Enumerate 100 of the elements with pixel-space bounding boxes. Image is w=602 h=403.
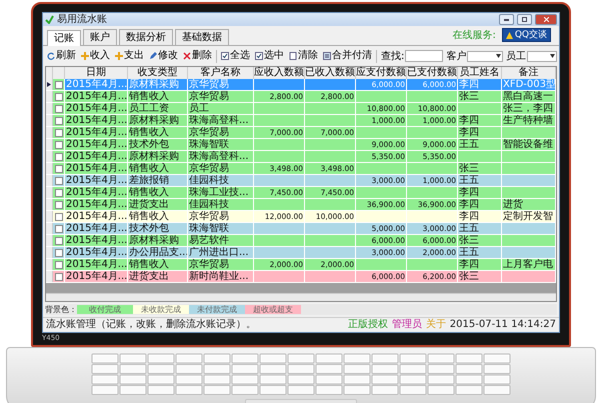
toolbar-button[interactable]: 修改 bbox=[147, 50, 180, 62]
table-cell: 2015年4月... bbox=[65, 151, 128, 162]
table-cell: 张三 bbox=[458, 163, 502, 174]
checkbox[interactable] bbox=[54, 200, 62, 208]
table-cell: 销售收入 bbox=[128, 163, 188, 174]
row-header-cell[interactable] bbox=[46, 247, 53, 258]
checkbox[interactable] bbox=[54, 236, 62, 244]
tab[interactable]: 账户 bbox=[83, 29, 117, 45]
row-header-cell[interactable] bbox=[46, 103, 53, 114]
checkbox[interactable] bbox=[54, 92, 62, 100]
checkbox[interactable] bbox=[54, 260, 62, 268]
toolbar-button[interactable]: 删除 bbox=[181, 50, 214, 62]
checkbox[interactable] bbox=[54, 272, 62, 280]
table-cell: 2015年4月... bbox=[65, 235, 128, 246]
status-message: 流水账管理（记账，改账，删除流水账记录）。 bbox=[46, 319, 256, 331]
row-header-cell[interactable] bbox=[46, 271, 53, 282]
legend-item: 收付完成 bbox=[77, 305, 133, 314]
close-button[interactable] bbox=[535, 14, 557, 25]
table-cell: 2015年4月... bbox=[65, 211, 128, 222]
table-cell: 进货 bbox=[502, 199, 556, 210]
row-header-cell[interactable] bbox=[46, 127, 53, 138]
table-cell: 张三 bbox=[458, 235, 502, 246]
row-header-cell[interactable] bbox=[46, 259, 53, 270]
checkbox[interactable] bbox=[54, 176, 62, 184]
table-cell: 李四 bbox=[458, 79, 502, 90]
row-header-cell[interactable] bbox=[46, 175, 53, 186]
tab[interactable]: 记账 bbox=[47, 30, 81, 46]
checkbox-icon bbox=[221, 52, 229, 60]
table-cell: 销售收入 bbox=[128, 211, 188, 222]
checkbox[interactable] bbox=[54, 128, 62, 136]
tab[interactable]: 数据分析 bbox=[119, 29, 173, 45]
row-header-cell[interactable] bbox=[46, 163, 53, 174]
toolbar-button[interactable]: 清除 bbox=[287, 50, 320, 62]
plus-icon bbox=[81, 52, 89, 60]
table-cell: 办公用品支... bbox=[128, 247, 188, 258]
employee-dropdown[interactable] bbox=[527, 50, 558, 62]
row-header-cell[interactable] bbox=[46, 139, 53, 150]
row-header-cell[interactable] bbox=[46, 91, 53, 102]
toolbar-button[interactable]: 选中 bbox=[253, 50, 286, 62]
checkbox[interactable] bbox=[54, 188, 62, 196]
table-cell: 销售收入 bbox=[128, 187, 188, 198]
table-cell: 2015年4月... bbox=[65, 79, 128, 90]
employee-label: 员工 bbox=[506, 50, 526, 63]
checkbox[interactable] bbox=[54, 152, 62, 160]
qq-chat-button[interactable]: QQ交谈 bbox=[502, 28, 551, 42]
maximize-button[interactable] bbox=[517, 14, 532, 25]
app-icon bbox=[45, 15, 54, 24]
table-cell: 李四 bbox=[458, 199, 502, 210]
table-cell: 原材料采购 bbox=[128, 151, 188, 162]
checkbox[interactable] bbox=[54, 248, 62, 256]
row-header-cell[interactable] bbox=[46, 187, 53, 198]
table-cell: 2015年4月... bbox=[65, 271, 128, 282]
row-header-cell[interactable] bbox=[46, 211, 53, 222]
table-cell: 进货支出 bbox=[128, 199, 188, 210]
toolbar-button[interactable]: 全选 bbox=[219, 50, 252, 62]
table-cell: 差旅报销 bbox=[128, 175, 188, 186]
row-header-cell[interactable] bbox=[46, 115, 53, 126]
window-title: 易用流水账 bbox=[57, 14, 108, 26]
user-label: 管理员 bbox=[392, 319, 422, 331]
plus-icon bbox=[115, 52, 123, 60]
table-cell: 2015年4月... bbox=[65, 223, 128, 234]
table-cell: 技术外包 bbox=[128, 223, 188, 234]
checkbox[interactable] bbox=[54, 104, 62, 112]
checkbox[interactable] bbox=[54, 212, 62, 220]
tab[interactable]: 基础数据 bbox=[175, 29, 229, 45]
table-cell: 进货支出 bbox=[128, 271, 188, 282]
row-header-cell[interactable] bbox=[46, 199, 53, 210]
table-cell: 2015年4月... bbox=[65, 115, 128, 126]
toolbar-button[interactable]: 收入 bbox=[79, 50, 112, 62]
refresh-icon bbox=[47, 52, 55, 60]
table-cell: 易艺软件 bbox=[188, 235, 254, 246]
table-cell: 2015年4月... bbox=[65, 91, 128, 102]
table-cell: 李四 bbox=[458, 127, 502, 138]
customer-dropdown[interactable] bbox=[467, 50, 504, 62]
toolbar-button[interactable]: 支出 bbox=[113, 50, 146, 62]
maximize-icon bbox=[522, 17, 527, 22]
search-field[interactable] bbox=[405, 50, 444, 62]
legend-item: 未收款完成 bbox=[133, 305, 189, 314]
checkbox[interactable] bbox=[54, 164, 62, 172]
row-header-cell[interactable] bbox=[46, 235, 53, 246]
table-cell: 销售收入 bbox=[128, 91, 188, 102]
checkbox[interactable] bbox=[54, 116, 62, 124]
checkbox[interactable] bbox=[54, 140, 62, 148]
minimize-button[interactable] bbox=[499, 14, 514, 25]
toolbar-button[interactable]: 合并付清 bbox=[321, 50, 374, 62]
table-cell: 珠海智联 bbox=[188, 139, 254, 150]
row-header-cell[interactable] bbox=[46, 79, 53, 90]
close-icon bbox=[544, 17, 548, 22]
checkbox[interactable] bbox=[54, 224, 62, 232]
table-cell: 佳园科技 bbox=[188, 199, 254, 210]
row-header-cell[interactable] bbox=[46, 151, 53, 162]
table-cell: 张三 bbox=[458, 271, 502, 282]
dropdown-caret-icon bbox=[496, 54, 502, 58]
minimize-icon bbox=[504, 18, 509, 20]
table-cell: 2015年4月... bbox=[65, 259, 128, 270]
toolbar-button[interactable]: 刷新 bbox=[45, 50, 78, 62]
row-header-cell[interactable] bbox=[46, 223, 53, 234]
table-cell: 员工 bbox=[188, 103, 254, 114]
horizontal-scrollbar[interactable] bbox=[46, 293, 556, 301]
checkbox[interactable] bbox=[54, 80, 62, 88]
